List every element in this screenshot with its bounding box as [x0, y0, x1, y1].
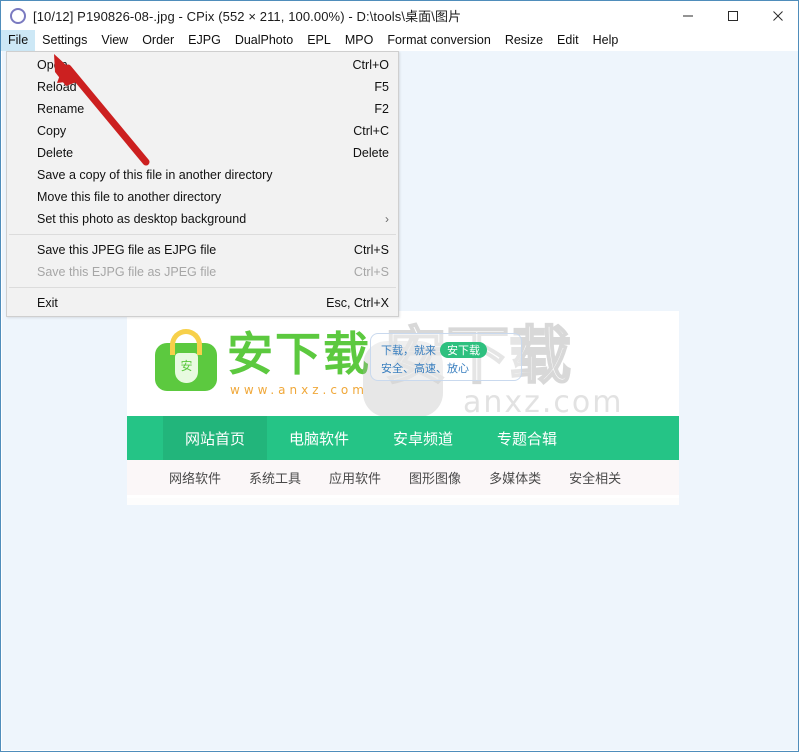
menu-item-accelerator: Delete: [352, 146, 389, 160]
file-menu-item-copy[interactable]: Copy Ctrl+C: [7, 120, 398, 142]
title-bar[interactable]: [10/12] P190826-08-.jpg - CPix (552 × 21…: [1, 0, 798, 31]
site-secondary-nav: 网络软件 系统工具 应用软件 图形图像 多媒体类 安全相关: [127, 460, 679, 498]
menu-item-label: Save this JPEG file as EJPG file: [37, 243, 217, 257]
menu-separator: [9, 287, 396, 288]
menu-edit[interactable]: Edit: [550, 30, 586, 51]
menu-bar: File Settings View Order EJPG DualPhoto EPL MPO…: [1, 29, 798, 51]
circle-icon: [10, 7, 26, 24]
menu-item-accelerator: Ctrl+S: [353, 265, 389, 279]
minimize-button[interactable]: [665, 1, 710, 31]
site-subnav-item-4: 多媒体类: [489, 472, 542, 487]
file-menu-item-save-this-ejpg-file-as-jpeg-file: Save this EJPG file as JPEG file Ctrl+S: [7, 261, 398, 283]
file-menu-item-move-this-file-to-another-directory[interactable]: Move this file to another directory: [7, 186, 398, 208]
chevron-right-icon: ›: [385, 212, 389, 226]
menu-item-label: Save this EJPG file as JPEG file: [37, 265, 217, 279]
menu-ejpg[interactable]: EJPG: [181, 30, 228, 51]
menu-item-label: Save a copy of this file in another dire…: [37, 168, 273, 182]
menu-mpo[interactable]: MPO: [338, 30, 380, 51]
close-icon: [772, 11, 783, 21]
menu-item-label: Delete: [37, 146, 74, 160]
window-controls: [665, 1, 798, 31]
site-subnav-item-3: 图形图像: [409, 472, 462, 487]
window-title: [10/12] P190826-08-.jpg - CPix (552 × 21…: [33, 9, 462, 24]
menu-item-accelerator: Esc, Ctrl+X: [326, 296, 389, 310]
slogan-bubble: 下载，就来 安下载 安全、高速、放心: [370, 333, 522, 381]
menu-file[interactable]: File: [1, 29, 36, 51]
menu-view[interactable]: View: [94, 30, 135, 51]
file-menu-item-delete[interactable]: Delete Delete: [7, 142, 398, 164]
file-menu-item-open[interactable]: Open Ctrl+O: [7, 54, 398, 76]
brand-name: 安下载: [227, 327, 371, 381]
menu-item-accelerator: Ctrl+C: [353, 124, 389, 138]
menu-item-label: Open: [37, 58, 68, 72]
shopping-bag-icon: 安: [155, 329, 217, 391]
menu-format-conversion[interactable]: Format conversion: [380, 30, 498, 51]
cpix-main-window: [10/12] P190826-08-.jpg - CPix (552 × 21…: [0, 0, 799, 752]
site-nav-item-2: 安卓频道: [393, 429, 454, 448]
site-subnav-item-5: 安全相关: [569, 472, 622, 487]
menu-item-accelerator: F2: [374, 102, 389, 116]
menu-item-label: Set this photo as desktop background: [37, 212, 247, 226]
file-menu-item-rename[interactable]: Rename F2: [7, 98, 398, 120]
slogan-line-1-text: 下载，就来: [381, 344, 436, 357]
close-button[interactable]: [755, 1, 798, 31]
file-dropdown-menu: Open Ctrl+O Reload F5 Rename F2 Copy Ctrl+C Dele…: [6, 51, 399, 317]
menu-item-accelerator: Ctrl+S: [353, 243, 389, 257]
site-subnav-item-0: 网络软件: [169, 472, 222, 487]
menu-item-label: Move this file to another directory: [37, 190, 222, 204]
menu-resize[interactable]: Resize: [498, 30, 550, 51]
file-menu-item-save-this-jpeg-file-as-ejpg-file[interactable]: Save this JPEG file as EJPG file Ctrl+S: [7, 239, 398, 261]
menu-dualphoto[interactable]: DualPhoto: [228, 30, 300, 51]
file-menu-item-set-this-photo-as-desktop-background[interactable]: Set this photo as desktop background ›: [7, 208, 398, 230]
file-menu-item-exit[interactable]: Exit Esc, Ctrl+X: [7, 292, 398, 314]
menu-item-accelerator: F5: [374, 80, 389, 94]
maximize-icon: [727, 11, 738, 21]
menu-separator: [9, 234, 396, 235]
slogan-line-1: 下载，就来 安下载: [381, 342, 487, 358]
site-nav-item-3: 专题合辑: [497, 429, 558, 448]
brand-url: www.anxz.com: [230, 383, 368, 397]
menu-help[interactable]: Help: [586, 30, 626, 51]
maximize-button[interactable]: [710, 1, 755, 31]
site-nav-item-1: 电脑软件: [289, 429, 350, 448]
bag-shield-glyph: 安: [175, 353, 198, 383]
file-menu-item-save-a-copy-of-this-file-in-another-directory[interactable]: Save a copy of this file in another dire…: [7, 164, 398, 186]
site-subnav-item-1: 系统工具: [249, 472, 302, 487]
site-nav-item-0: 网站首页: [163, 416, 268, 460]
slogan-tag: 安下载: [440, 342, 487, 358]
menu-item-label: Copy: [37, 124, 67, 138]
menu-epl[interactable]: EPL: [300, 30, 338, 51]
site-subnav-item-2: 应用软件: [329, 472, 382, 487]
menu-item-label: Rename: [37, 102, 85, 116]
photo-image: 安 安下载 www.anxz.com 安下载 anxz.com 下载，就来安下载…: [127, 311, 679, 505]
file-menu-item-reload[interactable]: Reload F5: [7, 76, 398, 98]
slogan-line-2: 安全、高速、放心: [381, 362, 469, 375]
menu-item-accelerator: Ctrl+O: [352, 58, 389, 72]
watermark-url-text: anxz.com: [463, 385, 624, 420]
menu-item-label: Exit: [37, 296, 58, 310]
site-primary-nav: 网站首页 电脑软件 安卓频道 专题合辑: [127, 416, 679, 460]
photo-logo-row: 安 安下载 www.anxz.com 安下载 anxz.com 下载，就来安下载…: [127, 311, 679, 420]
menu-item-label: Reload: [37, 80, 77, 94]
menu-settings[interactable]: Settings: [35, 30, 94, 51]
menu-order[interactable]: Order: [135, 30, 181, 51]
minimize-icon: [682, 15, 693, 17]
